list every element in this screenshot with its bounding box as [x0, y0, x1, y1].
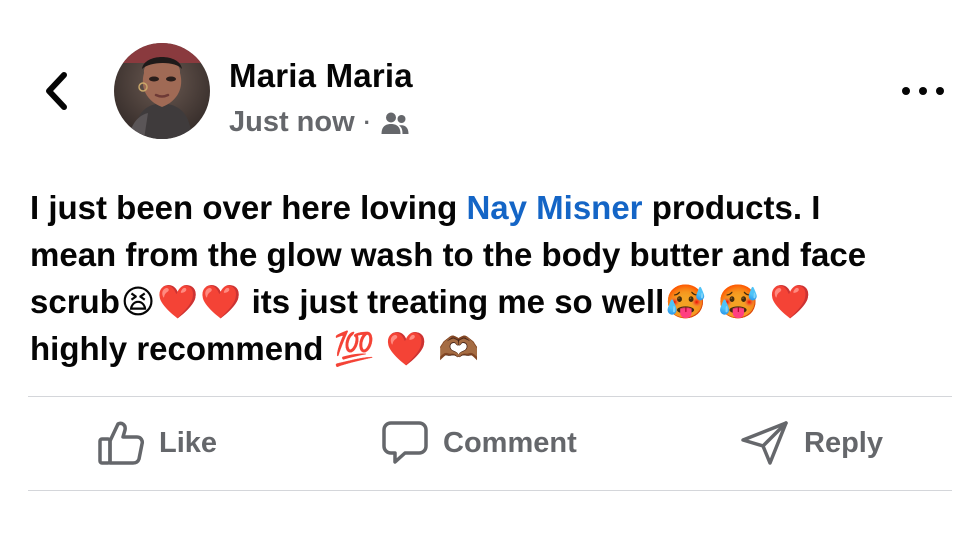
- reply-button[interactable]: Reply: [740, 418, 883, 468]
- post-text-segment: products. I: [642, 189, 821, 226]
- post-header: Maria Maria Just now ·: [0, 0, 980, 160]
- post-meta: Just now ·: [229, 106, 410, 139]
- hundred-points-emoji: 💯: [333, 329, 375, 368]
- thumbs-up-icon: [98, 421, 144, 465]
- divider: [28, 396, 952, 397]
- hot-face-emoji: 🥵: [717, 282, 759, 321]
- mention-link[interactable]: Nay Misner: [466, 189, 642, 226]
- action-bar: Like Comment Reply: [0, 398, 980, 490]
- post-line: highly recommend 💯 ❤️ 🫶🏾: [30, 325, 960, 372]
- post-text-segment: I just been over here loving: [30, 189, 467, 226]
- tired-face-emoji: 😫: [120, 282, 156, 321]
- post-line: scrub😫❤️❤️ its just treating me so well🥵…: [30, 278, 960, 325]
- red-heart-emoji: ❤️: [157, 282, 199, 321]
- red-heart-emoji: ❤️: [385, 329, 427, 368]
- friends-icon[interactable]: [380, 111, 410, 135]
- like-label: Like: [159, 426, 218, 459]
- author-name[interactable]: Maria Maria: [229, 57, 413, 95]
- meta-separator: ·: [363, 109, 371, 135]
- like-button[interactable]: Like: [97, 418, 217, 468]
- reply-label: Reply: [804, 426, 883, 459]
- post-line: I just been over here loving Nay Misner …: [30, 184, 960, 231]
- comment-label: Comment: [443, 426, 577, 459]
- heart-hands-emoji: 🫶🏾: [438, 329, 480, 368]
- post-text-segment: its just treating me so well: [242, 283, 665, 320]
- divider: [28, 490, 952, 491]
- more-dot: [936, 87, 944, 95]
- send-icon: [741, 421, 788, 465]
- comment-icon: [382, 421, 428, 464]
- post-text-segment: highly recommend: [30, 330, 333, 367]
- more-options-button[interactable]: [902, 78, 944, 104]
- comment-button[interactable]: Comment: [381, 418, 577, 468]
- back-button[interactable]: [36, 66, 76, 116]
- author-avatar[interactable]: [114, 43, 210, 139]
- post-line: mean from the glow wash to the body butt…: [30, 236, 867, 273]
- more-dot: [919, 87, 927, 95]
- post-text-segment: scrub: [30, 283, 120, 320]
- hot-face-emoji: 🥵: [665, 282, 707, 321]
- post-body: I just been over here loving Nay Misner …: [30, 184, 960, 372]
- red-heart-emoji: ❤️: [200, 282, 242, 321]
- chevron-left-icon: [46, 72, 67, 110]
- more-dot: [902, 87, 910, 95]
- red-heart-emoji: ❤️: [769, 282, 811, 321]
- post-timestamp[interactable]: Just now: [229, 106, 355, 139]
